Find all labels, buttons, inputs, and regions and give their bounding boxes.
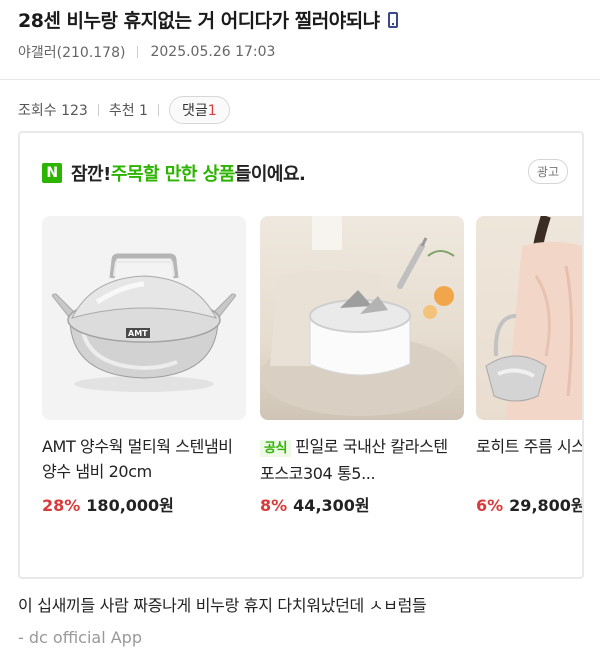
post-title-text: 28센 비누랑 휴지없는 거 어디다가 찔러야되냐 [18, 10, 380, 32]
ad-header-highlight: 주목할 만한 상품 [110, 164, 235, 185]
stats-divider [97, 104, 99, 116]
product-discount: 28% [42, 496, 81, 515]
product-price: 44,300원 [293, 496, 370, 515]
post-body: 이 십새끼들 사람 짜증나게 비누랑 휴지 다치워났던데 ㅅㅂ럼들 [18, 596, 427, 615]
ad-panel: N 잠깐! 주목할 만한 상품 들이에요. 광고 AMT AMT 양수웍 멀티웍 [18, 131, 584, 579]
product-name: 공식 핀일로 국내산 칼라스텐 포스코304 통5... [260, 434, 464, 484]
product-name: AMT 양수웍 멀티웍 스텐냄비 양수 냄비 20cm [42, 437, 233, 481]
product-card[interactable]: 공식 핀일로 국내산 칼라스텐 포스코304 통5... 8% 44,300원 [260, 216, 464, 516]
stainless-pot-image: AMT [42, 216, 246, 420]
milk-pan-image [260, 216, 464, 420]
author-name[interactable]: 야갤러(210.178) [18, 42, 125, 62]
post-stats: 조회수 123 추천 1 댓글1 [18, 96, 230, 124]
product-price-row: 6% 29,800원 [476, 492, 584, 516]
stats-divider [157, 104, 159, 116]
post-meta: 야갤러(210.178) 2025.05.26 17:03 [18, 42, 275, 62]
view-count: 조회수 123 [18, 103, 88, 119]
phone-icon [387, 11, 398, 28]
comments-button[interactable]: 댓글1 [168, 96, 230, 124]
ad-badge[interactable]: 광고 [527, 159, 568, 184]
recommend-count: 추천 1 [108, 103, 148, 119]
comments-count: 1 [207, 103, 217, 119]
ad-header: N 잠깐! 주목할 만한 상품 들이에요. [42, 160, 306, 186]
naver-logo-icon: N [42, 163, 62, 183]
comments-label: 댓글 [181, 103, 208, 119]
product-price-row: 28% 180,000원 [42, 492, 246, 516]
product-card[interactable]: 로히트 주름 시스루 블라우 6% 29,800원 [476, 216, 584, 516]
post-signature: - dc official App [18, 628, 142, 647]
product-discount: 6% [476, 496, 504, 515]
post-date: 2025.05.26 17:03 [150, 44, 276, 60]
ad-header-prefix: 잠깐! [71, 164, 111, 185]
product-price: 29,800원 [509, 496, 584, 515]
product-discount: 8% [260, 496, 288, 515]
post-title: 28센 비누랑 휴지없는 거 어디다가 찔러야되냐 [18, 6, 588, 33]
meta-divider [137, 46, 139, 58]
svg-text:AMT: AMT [128, 329, 148, 338]
official-badge: 공식 [260, 440, 292, 457]
ad-header-suffix: 들이에요. [234, 164, 306, 185]
product-price: 180,000원 [86, 496, 174, 515]
product-price-row: 8% 44,300원 [260, 492, 464, 516]
product-card[interactable]: AMT AMT 양수웍 멀티웍 스텐냄비 양수 냄비 20cm 28% 180,0… [42, 216, 246, 516]
blouse-bag-image [476, 216, 582, 420]
header-divider [0, 79, 600, 80]
product-name: 로히트 주름 시스루 블라우 [476, 437, 582, 456]
